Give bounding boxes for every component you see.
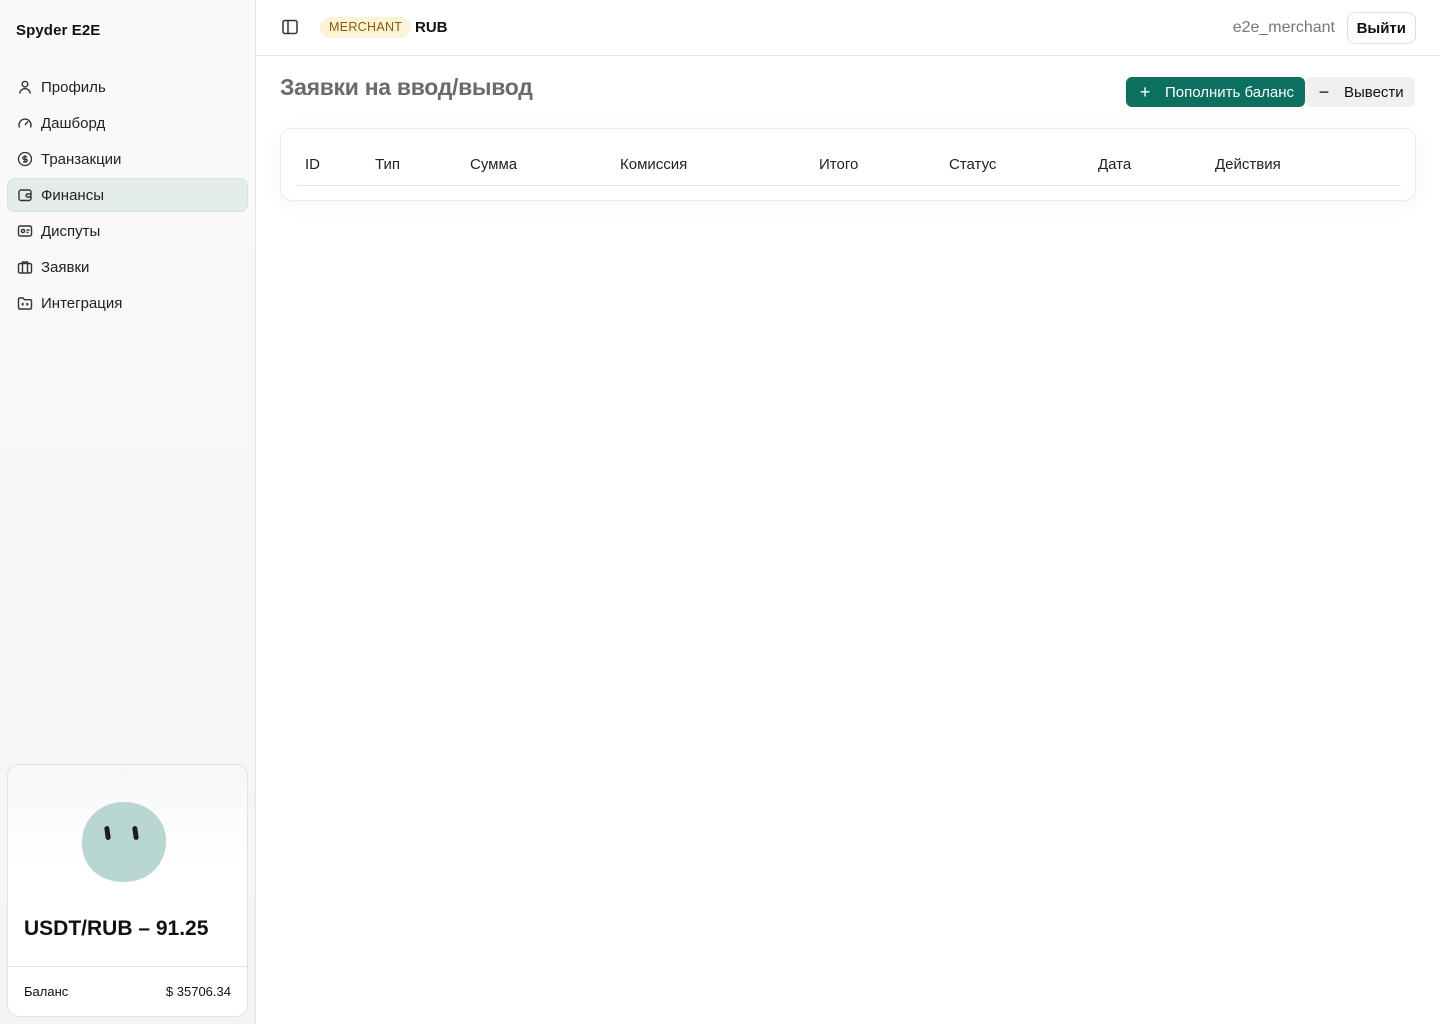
sidebar-item-label: Заявки bbox=[41, 258, 90, 276]
sidebar-item-label: Финансы bbox=[41, 186, 104, 204]
column-header-id[interactable]: ID bbox=[305, 156, 320, 173]
gauge-icon bbox=[17, 115, 33, 131]
brand-name: Spyder E2E bbox=[16, 22, 101, 39]
sidebar-item-label: Транзакции bbox=[41, 150, 122, 168]
sidebar: Spyder E2E Профиль Дашборд Транзакции Фи… bbox=[0, 0, 256, 1024]
dollar-circle-icon bbox=[17, 151, 33, 167]
sidebar-item-profile[interactable]: Профиль bbox=[7, 70, 248, 104]
column-header-status[interactable]: Статус bbox=[949, 156, 996, 173]
deposit-label: Пополнить баланс bbox=[1165, 83, 1294, 101]
sidebar-item-transactions[interactable]: Транзакции bbox=[7, 142, 248, 176]
column-header-fee[interactable]: Комиссия bbox=[620, 156, 687, 173]
sidebar-item-disputes[interactable]: Диспуты bbox=[7, 214, 248, 248]
table-header: ID Тип Сумма Комиссия Итого Статус Дата … bbox=[297, 129, 1401, 186]
withdraw-button[interactable]: − Вывести bbox=[1305, 77, 1415, 107]
logout-button[interactable]: Выйти bbox=[1346, 12, 1416, 44]
balance-row: Баланс $ 35706.34 bbox=[8, 966, 247, 1016]
sidebar-toggle-icon[interactable] bbox=[280, 17, 300, 37]
plus-icon: + bbox=[1139, 82, 1151, 102]
briefcase-icon bbox=[17, 259, 33, 275]
balance-label: Баланс bbox=[24, 984, 69, 999]
top-bar: MERCHANT RUB e2e_merchant Выйти bbox=[256, 0, 1440, 56]
mascot-illustration bbox=[81, 802, 166, 882]
exchange-rate: USDT/RUB – 91.25 bbox=[24, 917, 209, 940]
sidebar-item-label: Диспуты bbox=[41, 222, 101, 240]
balance-value: $ 35706.34 bbox=[165, 984, 231, 999]
sidebar-item-requests[interactable]: Заявки bbox=[7, 250, 248, 284]
sidebar-item-dashboard[interactable]: Дашборд bbox=[7, 106, 248, 140]
column-header-total[interactable]: Итого bbox=[819, 156, 858, 173]
column-header-amount[interactable]: Сумма bbox=[470, 156, 517, 173]
page-title: Заявки на ввод/вывод bbox=[280, 74, 533, 100]
card-icon bbox=[17, 223, 33, 239]
sidebar-item-label: Профиль bbox=[41, 78, 106, 96]
wallet-icon bbox=[17, 187, 33, 203]
requests-table: ID Тип Сумма Комиссия Итого Статус Дата … bbox=[280, 128, 1416, 201]
deposit-button[interactable]: + Пополнить баланс bbox=[1126, 77, 1305, 107]
sidebar-item-integration[interactable]: Интеграция bbox=[7, 286, 248, 320]
minus-icon: − bbox=[1318, 82, 1330, 102]
withdraw-label: Вывести bbox=[1344, 83, 1404, 101]
sidebar-item-label: Интеграция bbox=[41, 294, 123, 312]
currency-label: RUB bbox=[415, 19, 448, 36]
sidebar-item-finance[interactable]: Финансы bbox=[7, 178, 248, 212]
column-header-date[interactable]: Дата bbox=[1098, 156, 1131, 173]
sidebar-item-label: Дашборд bbox=[41, 114, 106, 132]
column-header-type[interactable]: Тип bbox=[375, 156, 400, 173]
sidebar-nav: Профиль Дашборд Транзакции Финансы Диспу… bbox=[7, 70, 248, 322]
folder-code-icon bbox=[17, 295, 33, 311]
username: e2e_merchant bbox=[1232, 19, 1335, 36]
role-badge: MERCHANT bbox=[320, 17, 412, 38]
column-header-actions[interactable]: Действия bbox=[1215, 156, 1281, 173]
user-icon bbox=[17, 79, 33, 95]
exchange-rate-card: USDT/RUB – 91.25 Баланс $ 35706.34 bbox=[7, 764, 248, 1017]
